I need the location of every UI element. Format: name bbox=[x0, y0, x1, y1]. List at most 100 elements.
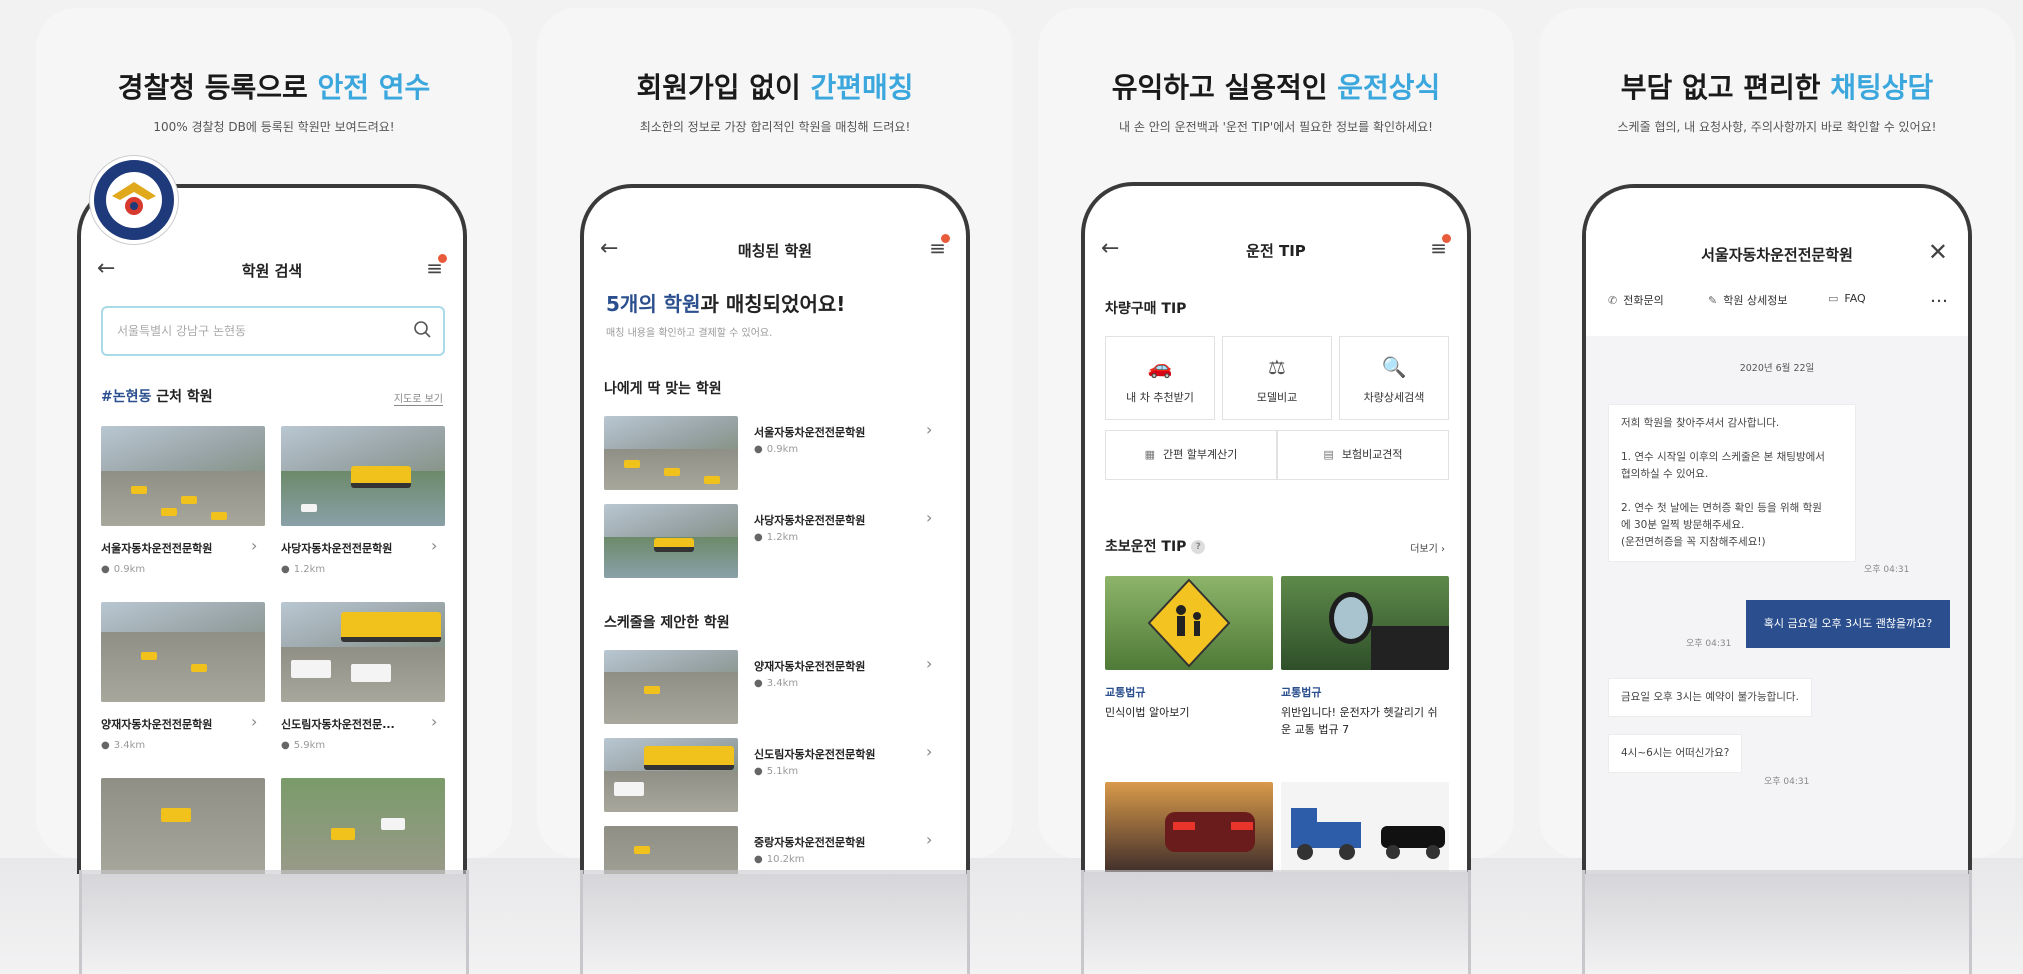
panel-chat: 부담 없고 편리한 채팅상담 스케줄 협의, 내 요청사항, 주의사항까지 바로… bbox=[1539, 8, 2015, 874]
location-pin-icon: ● bbox=[281, 564, 290, 575]
headline: 회원가입 없이 간편매칭 bbox=[636, 71, 914, 104]
chevron-right-icon[interactable]: › bbox=[251, 536, 257, 555]
panel-matching: 회원가입 없이 간편매칭 최소한의 정보로 가장 합리적인 학원을 매칭해 드려… bbox=[537, 8, 1013, 874]
map-view-link[interactable]: 지도로 보기 bbox=[393, 390, 443, 406]
phone-screen: ← 학원 검색 ≡ 서울특별시 강남구 논현동 #논현동 근처 학원 지도로 보… bbox=[77, 184, 467, 874]
faq-button[interactable]: ▭ FAQ bbox=[1828, 292, 1866, 305]
academy-distance: ● 3.4km bbox=[754, 678, 799, 689]
tile-installment-calculator[interactable]: ▦ 간편 할부계산기 bbox=[1105, 430, 1277, 480]
tile-car-recommend[interactable]: 🚗 내 차 추천받기 bbox=[1105, 336, 1215, 420]
nav-title: 매칭된 학원 bbox=[737, 242, 813, 260]
article-photo[interactable] bbox=[1281, 576, 1449, 670]
academy-name[interactable]: 사당자동차운전전문학원 bbox=[281, 540, 392, 556]
match-headline: 5개의 학원과 매칭되었어요! bbox=[606, 292, 846, 316]
chevron-right-icon[interactable]: › bbox=[926, 830, 932, 849]
chevron-right-icon[interactable]: › bbox=[431, 536, 437, 555]
location-pin-icon: ● bbox=[281, 740, 290, 751]
phone-screen: ← 매칭된 학원 ≡ 5개의 학원과 매칭되었어요! 매칭 내용을 확인하고 결… bbox=[580, 184, 970, 874]
academy-photo[interactable] bbox=[604, 650, 738, 724]
chat-message-received: 저희 학원을 찾아주셔서 감사합니다. 1. 연수 시작일 이후의 스케줄은 본… bbox=[1608, 404, 1856, 562]
academy-name[interactable]: 양재자동차운전전문학원 bbox=[101, 716, 212, 732]
chevron-right-icon[interactable]: › bbox=[431, 712, 437, 731]
chat-message-received: 금요일 오후 3시는 예약이 불가능합니다. bbox=[1608, 678, 1812, 717]
article-title[interactable]: 위반입니다! 운전자가 헷갈리기 쉬운 교통 법규 7 bbox=[1281, 704, 1441, 738]
notification-dot bbox=[941, 234, 950, 243]
academy-name[interactable]: 중랑자동차운전전문학원 bbox=[754, 834, 865, 850]
academy-photo[interactable] bbox=[604, 504, 738, 578]
academy-distance: ● 1.2km bbox=[754, 532, 799, 543]
academy-photo[interactable] bbox=[101, 602, 265, 702]
headline: 부담 없고 편리한 채팅상담 bbox=[1620, 71, 1934, 104]
notification-dot bbox=[438, 254, 447, 263]
location-pin-icon: ● bbox=[754, 854, 763, 865]
search-input[interactable]: 서울특별시 강남구 논현동 bbox=[101, 306, 445, 356]
academy-name[interactable]: 신도림자동차운전전문학원 bbox=[754, 746, 875, 762]
academy-photo[interactable] bbox=[281, 778, 445, 874]
article-category: 교통법규 bbox=[1105, 686, 1146, 699]
phone-reflection bbox=[580, 870, 970, 974]
calculator-icon: ▦ bbox=[1144, 448, 1156, 461]
academy-photo[interactable] bbox=[604, 416, 738, 490]
phone-screen: 서울자동차운전전문학원 ✕ ✆ 전화문의 ✎ 학원 상세정보 ▭ FAQ … 2020… bbox=[1582, 184, 1972, 874]
academy-photo[interactable] bbox=[101, 426, 265, 526]
chat-date: 2020년 6월 22일 bbox=[1739, 363, 1815, 374]
academy-name[interactable]: 서울자동차운전전문학원 bbox=[101, 540, 212, 556]
academy-photo[interactable] bbox=[101, 778, 265, 874]
location-pin-icon: ● bbox=[754, 678, 763, 689]
chevron-right-icon[interactable]: › bbox=[251, 712, 257, 731]
academy-photo[interactable] bbox=[604, 826, 738, 874]
headline: 경찰청 등록으로 안전 연수 bbox=[117, 71, 431, 104]
help-icon[interactable]: ? bbox=[1191, 540, 1206, 554]
tile-insurance-compare[interactable]: ▤ 보험비교견적 bbox=[1277, 430, 1449, 480]
phone-reflection bbox=[1582, 870, 1972, 974]
car-person-icon: 🚗 bbox=[1147, 355, 1173, 379]
chat-message-received: 4시~6시는 어떠신가요? bbox=[1608, 734, 1743, 773]
subheadline: 최소한의 정보로 가장 합리적인 학원을 매칭해 드려요! bbox=[639, 120, 911, 134]
nav-bar: ← 학원 검색 ≡ bbox=[81, 248, 463, 288]
academy-name[interactable]: 사당자동차운전전문학원 bbox=[754, 512, 865, 528]
nav-title: 서울자동차운전전문학원 bbox=[1701, 246, 1853, 264]
search-icon[interactable] bbox=[413, 320, 433, 340]
article-photo[interactable] bbox=[1281, 782, 1449, 872]
section-title: 차량구매 TIP bbox=[1105, 301, 1187, 317]
nav-title: 학원 검색 bbox=[241, 262, 303, 280]
academy-photo[interactable] bbox=[281, 602, 445, 702]
phone-reflection bbox=[79, 870, 469, 974]
article-category: 교통법규 bbox=[1281, 686, 1322, 699]
close-icon[interactable]: ✕ bbox=[1928, 238, 1948, 266]
document-search-icon: ▤ bbox=[1323, 448, 1334, 461]
nav-bar: ← 매칭된 학원 ≡ bbox=[584, 228, 966, 268]
more-options-icon[interactable]: … bbox=[1930, 286, 1948, 307]
academy-name[interactable]: 서울자동차운전전문학원 bbox=[754, 424, 865, 440]
chevron-right-icon[interactable]: › bbox=[926, 508, 932, 527]
academy-photo[interactable] bbox=[281, 426, 445, 526]
car-search-icon: 🔍 bbox=[1381, 355, 1407, 379]
article-title[interactable]: 민식이법 알아보기 bbox=[1105, 704, 1265, 721]
chevron-right-icon[interactable]: › bbox=[926, 654, 932, 673]
section-title: 스케줄을 제안한 학원 bbox=[604, 615, 730, 631]
more-link[interactable]: 더보기 › bbox=[1410, 540, 1445, 555]
phone-icon: ✆ bbox=[1608, 294, 1618, 307]
tile-model-compare[interactable]: ⚖ 모델비교 bbox=[1222, 336, 1332, 420]
article-photo[interactable] bbox=[1105, 576, 1273, 670]
academy-name[interactable]: 양재자동차운전전문학원 bbox=[754, 658, 865, 674]
message-time: 오후 04:31 bbox=[1764, 777, 1810, 787]
academy-distance: ● 5.9km bbox=[281, 740, 326, 751]
police-emblem-icon bbox=[90, 156, 178, 244]
academy-distance: ● 10.2km bbox=[754, 854, 805, 865]
subheadline: 100% 경찰청 DB에 등록된 학원만 보여드려요! bbox=[153, 120, 395, 134]
subheadline: 스케줄 협의, 내 요청사항, 주의사항까지 바로 확인할 수 있어요! bbox=[1617, 120, 1937, 134]
academy-photo[interactable] bbox=[604, 738, 738, 812]
academy-distance: ● 5.1km bbox=[754, 766, 799, 777]
location-pin-icon: ● bbox=[101, 740, 110, 751]
call-inquiry-button[interactable]: ✆ 전화문의 bbox=[1608, 292, 1664, 308]
academy-name[interactable]: 신도림자동차운전전문... bbox=[281, 716, 395, 732]
academy-distance: ● 0.9km bbox=[754, 444, 799, 455]
article-photo[interactable] bbox=[1105, 782, 1273, 872]
chevron-right-icon[interactable]: › bbox=[926, 420, 932, 439]
academy-detail-button[interactable]: ✎ 학원 상세정보 bbox=[1708, 292, 1787, 308]
chevron-right-icon[interactable]: › bbox=[926, 742, 932, 761]
scale-icon: ⚖ bbox=[1268, 355, 1286, 379]
tile-car-search[interactable]: 🔍 차량상세검색 bbox=[1339, 336, 1449, 420]
edit-document-icon: ✎ bbox=[1708, 294, 1718, 307]
